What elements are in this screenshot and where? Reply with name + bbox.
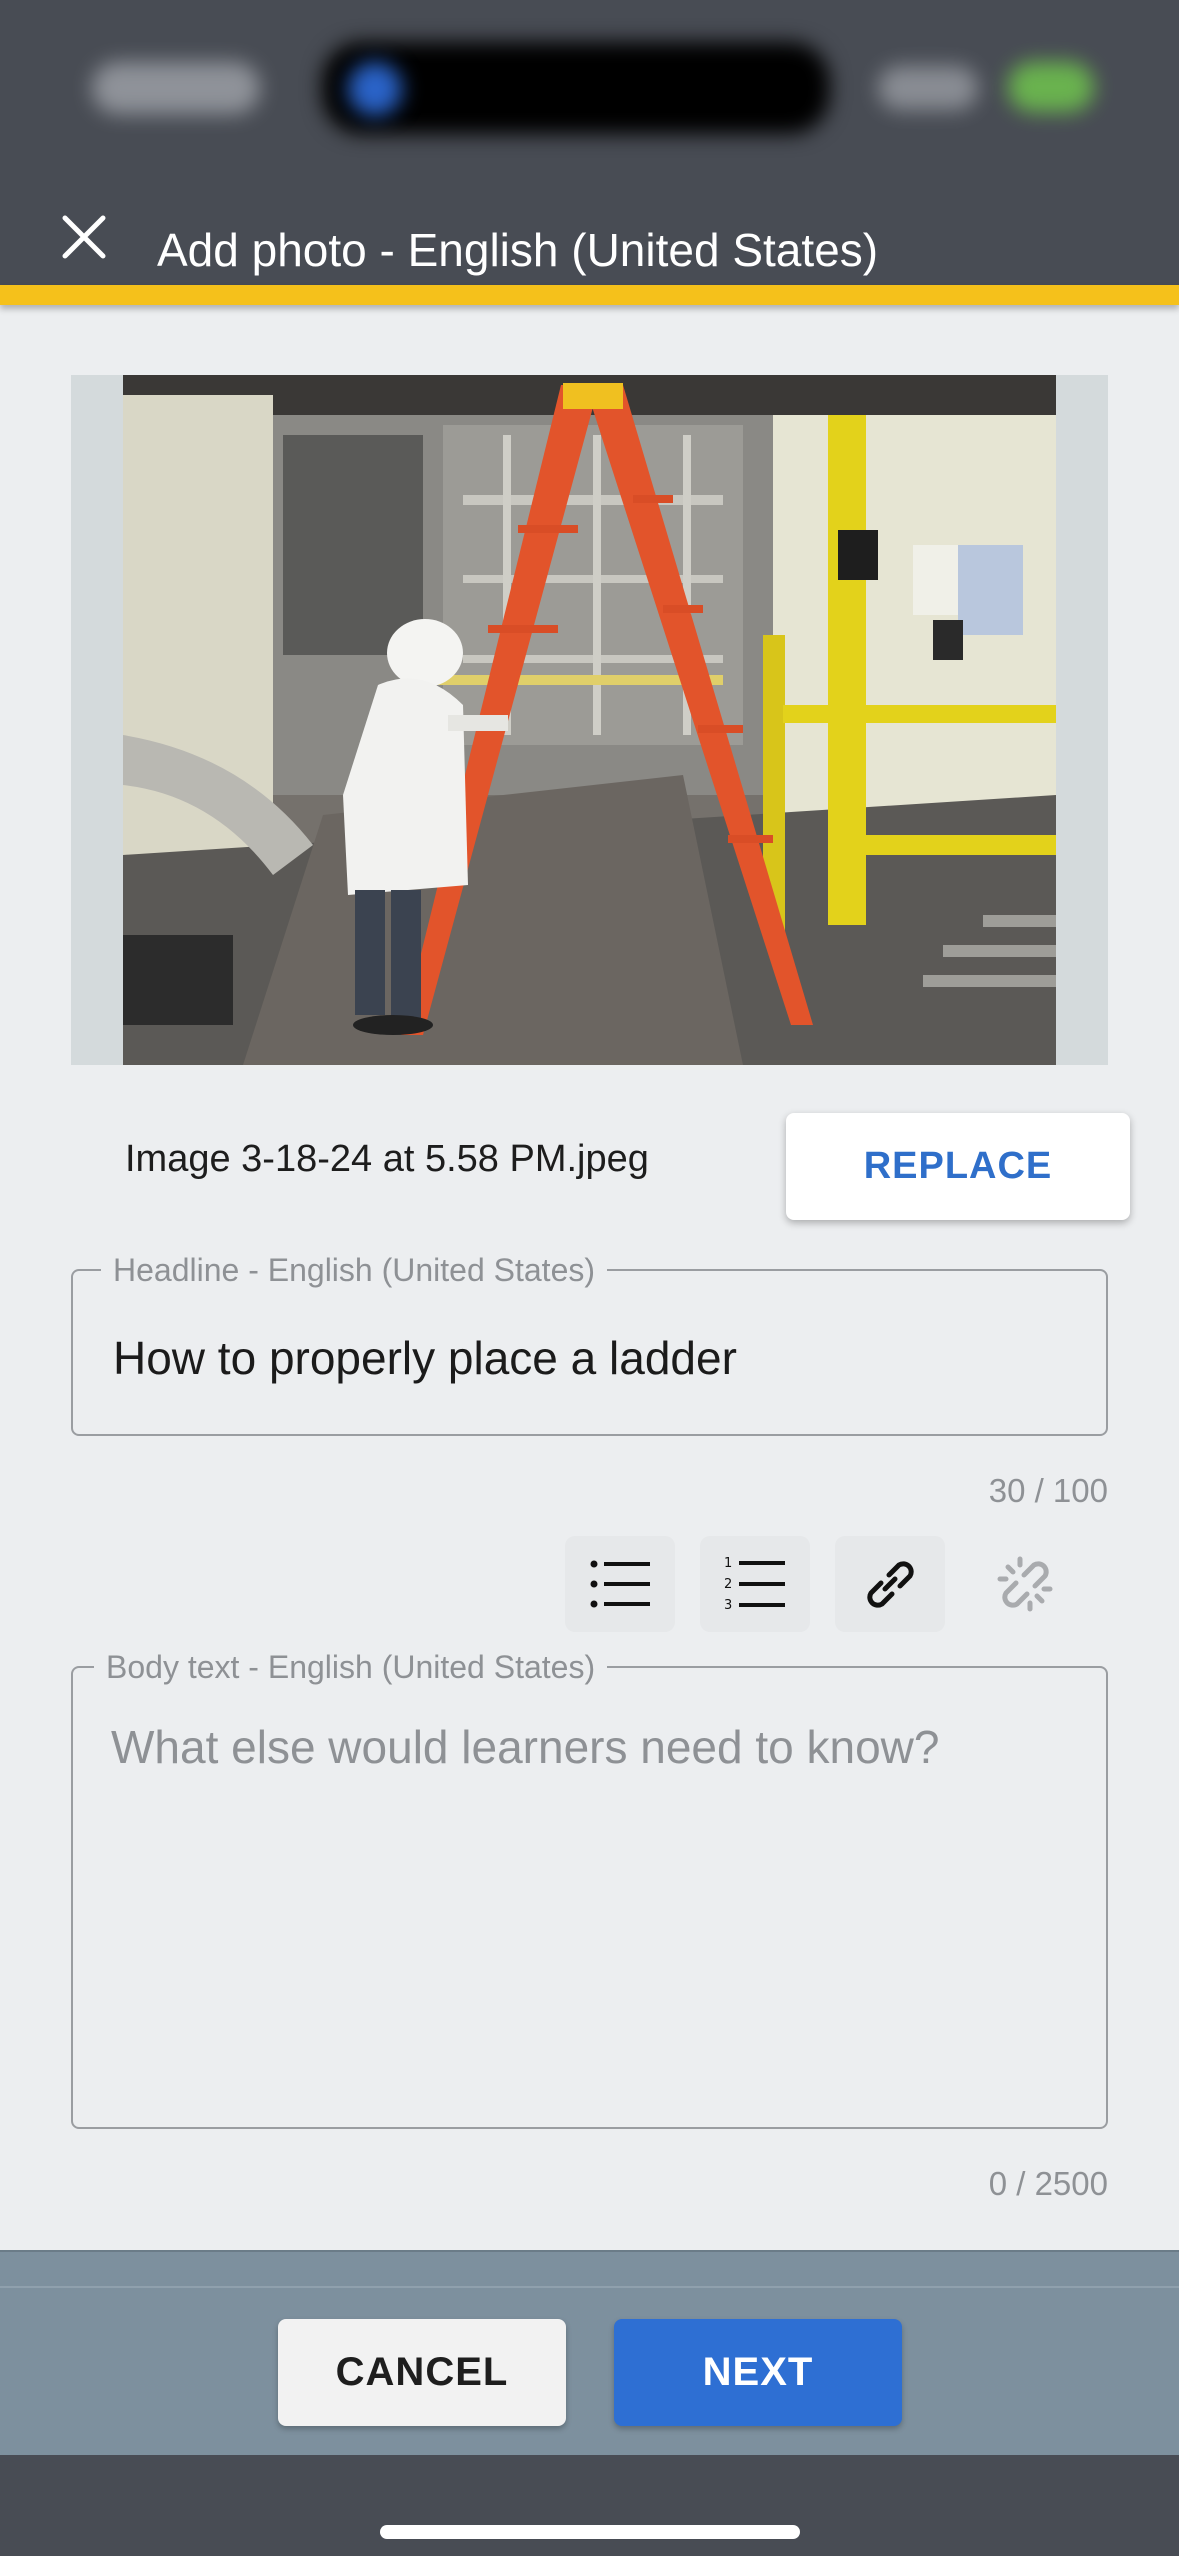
signal-icon <box>878 66 978 110</box>
bulleted-list-icon <box>590 1560 650 1608</box>
body-text-label: Body text - English (United States) <box>94 1649 608 1686</box>
svg-text:1: 1 <box>724 1556 732 1571</box>
header-accent-bar <box>0 285 1179 305</box>
svg-text:3: 3 <box>724 1598 732 1613</box>
home-indicator-area <box>0 2455 1179 2556</box>
close-button[interactable] <box>52 205 116 269</box>
bulleted-list-button[interactable] <box>565 1536 675 1632</box>
cancel-button[interactable]: CANCEL <box>278 2319 566 2426</box>
action-bar-divider <box>0 2286 1179 2288</box>
numbered-list-button[interactable]: 1 2 3 <box>700 1536 810 1632</box>
headline-field[interactable]: Headline - English (United States) How t… <box>71 1252 1108 1436</box>
headline-input[interactable]: How to properly place a ladder <box>113 1331 737 1385</box>
unlink-icon <box>997 1556 1053 1612</box>
app-header: Add photo - English (United States) <box>0 185 1179 305</box>
close-icon <box>62 215 106 259</box>
status-time <box>92 62 260 114</box>
headline-label: Headline - English (United States) <box>101 1252 608 1289</box>
insert-link-button[interactable] <box>835 1536 945 1632</box>
replace-button[interactable]: REPLACE <box>786 1113 1130 1220</box>
image-filename: Image 3-18-24 at 5.58 PM.jpeg <box>125 1138 649 1180</box>
photo-ladder <box>123 375 1056 1065</box>
link-icon <box>867 1561 914 1608</box>
home-indicator[interactable] <box>380 2525 800 2539</box>
numbered-list-icon: 1 2 3 <box>724 1556 785 1613</box>
body-text-field[interactable]: Body text - English (United States) What… <box>71 1649 1108 2129</box>
page-title: Add photo - English (United States) <box>157 224 879 276</box>
headline-char-counter: 30 / 100 <box>988 1472 1108 1509</box>
body-text-input[interactable]: What else would learners need to know? <box>111 1720 939 1774</box>
battery-icon <box>1008 62 1094 112</box>
camera-indicator <box>348 62 402 116</box>
image-preview <box>71 375 1108 1065</box>
body-char-counter: 0 / 2500 <box>988 2165 1108 2202</box>
next-button[interactable]: NEXT <box>614 2319 902 2426</box>
status-bar <box>0 0 1179 185</box>
svg-text:2: 2 <box>724 1577 732 1592</box>
action-bar: CANCEL NEXT <box>0 2250 1179 2455</box>
remove-link-button[interactable] <box>970 1536 1080 1632</box>
